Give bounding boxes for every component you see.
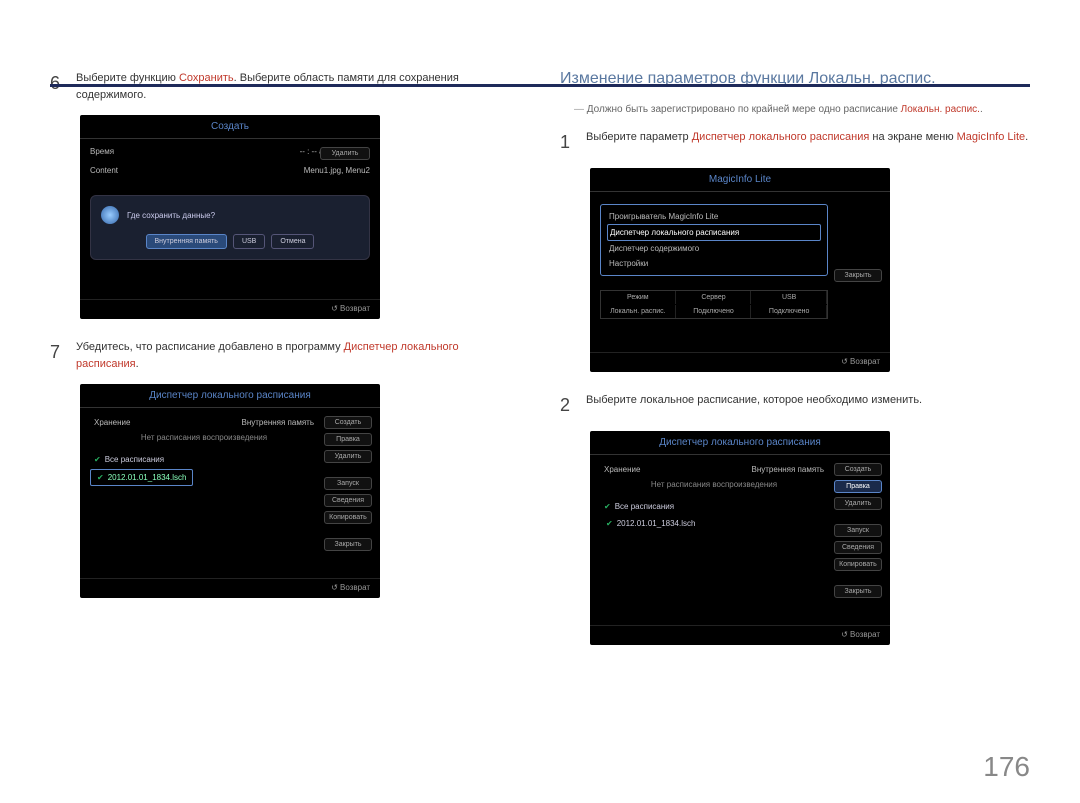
figure-title: Диспетчер локального расписания (80, 384, 380, 408)
left-column: 6 Выберите функцию Сохранить. Выберите о… (50, 70, 520, 665)
storage-label: Хранение (604, 465, 640, 474)
note: Должно быть зарегистрировано по крайней … (574, 102, 1030, 117)
all-schedules-label: Все расписания (615, 502, 674, 511)
internal-memory-button[interactable]: Внутренняя память (146, 234, 227, 249)
return-label: Возврат (80, 299, 380, 319)
no-schedule-text: Нет расписания воспроизведения (600, 480, 828, 489)
step-1: 1 Выберите параметр Диспетчер локального… (560, 129, 1030, 156)
storage-value: Внутренняя память (752, 465, 824, 474)
check-icon: ✔ (604, 502, 611, 511)
grid-header: Режим (601, 291, 676, 304)
step-text: Выберите функцию (76, 72, 179, 84)
figure-create: Создать Время-- : -- am ~ -- : -- pm Уда… (80, 115, 380, 319)
step-number: 1 (560, 129, 576, 156)
check-icon: ✔ (94, 455, 101, 464)
page-number: 176 (983, 751, 1030, 783)
step-text: Убедитесь, что расписание добавлено в пр… (76, 341, 344, 353)
right-column: Изменение параметров функции Локальн. ра… (560, 70, 1030, 665)
storage-value: Внутренняя память (242, 418, 314, 427)
menu-box: Проигрыватель MagicInfo Lite Диспетчер л… (600, 204, 828, 276)
figure-local-scheduler: Диспетчер локального расписания Создать … (80, 384, 380, 598)
step-number: 2 (560, 392, 576, 419)
create-button[interactable]: Создать (324, 416, 372, 429)
figure-title: MagicInfo Lite (590, 168, 890, 192)
all-schedules-label: Все расписания (105, 455, 164, 464)
edit-button[interactable]: Правка (834, 480, 882, 493)
return-label: Возврат (590, 625, 890, 645)
copy-button[interactable]: Копировать (834, 558, 882, 571)
bulb-icon (101, 206, 119, 224)
local-sched-highlight: Локальн. распис. (901, 104, 980, 115)
grid-value: Подключено (752, 305, 827, 318)
storage-label: Хранение (94, 418, 130, 427)
save-highlight: Сохранить (179, 72, 234, 84)
grid-header: Сервер (677, 291, 752, 304)
info-button[interactable]: Сведения (324, 494, 372, 507)
cancel-button[interactable]: Отмена (271, 234, 314, 249)
check-icon: ✔ (606, 519, 613, 528)
run-button[interactable]: Запуск (324, 477, 372, 490)
close-button[interactable]: Закрыть (324, 538, 372, 551)
schedule-file[interactable]: ✔2012.01.01_1834.lsch (90, 469, 193, 486)
step-text: Выберите параметр (586, 131, 692, 143)
time-label: Время (90, 147, 114, 156)
delete-button[interactable]: Удалить (834, 497, 882, 510)
step-text: . (1025, 131, 1028, 143)
menu-item[interactable]: Диспетчер содержимого (607, 241, 821, 256)
side-button-panel: Закрыть (834, 269, 882, 282)
dialog-question: Где сохранить данные? (127, 211, 215, 220)
delete-button[interactable]: Удалить (324, 450, 372, 463)
usb-button[interactable]: USB (233, 234, 265, 249)
return-label: Возврат (590, 352, 890, 372)
menu-item[interactable]: Настройки (607, 256, 821, 271)
info-button[interactable]: Сведения (834, 541, 882, 554)
step-text: на экране меню (869, 131, 956, 143)
create-button[interactable]: Создать (834, 463, 882, 476)
no-schedule-text: Нет расписания воспроизведения (90, 433, 318, 442)
magicinfo-highlight: MagicInfo Lite (957, 131, 1025, 143)
step-7: 7 Убедитесь, что расписание добавлено в … (50, 339, 520, 372)
grid-header: USB (752, 291, 827, 304)
step-number: 7 (50, 339, 66, 372)
side-button-panel: Создать Правка Удалить Запуск Сведения К… (834, 463, 882, 598)
figure-magicinfo: MagicInfo Lite Закрыть Проигрыватель Mag… (590, 168, 890, 372)
dispatcher-highlight: Диспетчер локального расписания (692, 131, 870, 143)
menu-item-dispatcher[interactable]: Диспетчер локального расписания (607, 224, 821, 241)
close-button[interactable]: Закрыть (834, 585, 882, 598)
status-grid: Режим Сервер USB Локальн. распис. Подклю… (600, 290, 828, 319)
run-button[interactable]: Запуск (834, 524, 882, 537)
step-2: 2 Выберите локальное расписание, которое… (560, 392, 1030, 419)
step-text: Выберите локальное расписание, которое н… (586, 392, 922, 419)
copy-button[interactable]: Копировать (324, 511, 372, 524)
schedule-file[interactable]: ✔2012.01.01_1834.lsch (600, 516, 701, 531)
grid-value: Подключено (677, 305, 752, 318)
figure-title: Создать (80, 115, 380, 139)
return-label: Возврат (80, 578, 380, 598)
menu-item[interactable]: Проигрыватель MagicInfo Lite (607, 209, 821, 224)
step-text: . (136, 358, 139, 370)
delete-button[interactable]: Удалить (320, 147, 370, 160)
content-label: Content (90, 166, 118, 175)
close-button[interactable]: Закрыть (834, 269, 882, 282)
side-button-panel: Создать Правка Удалить Запуск Сведения К… (324, 416, 372, 551)
figure-title: Диспетчер локального расписания (590, 431, 890, 455)
figure-local-scheduler-edit: Диспетчер локального расписания Создать … (590, 431, 890, 645)
content-value: Menu1.jpg, Menu2 (304, 166, 370, 175)
grid-value: Локальн. распис. (601, 305, 676, 318)
save-dialog: Где сохранить данные? Внутренняя память … (90, 195, 370, 260)
check-icon: ✔ (97, 473, 104, 482)
edit-button[interactable]: Правка (324, 433, 372, 446)
